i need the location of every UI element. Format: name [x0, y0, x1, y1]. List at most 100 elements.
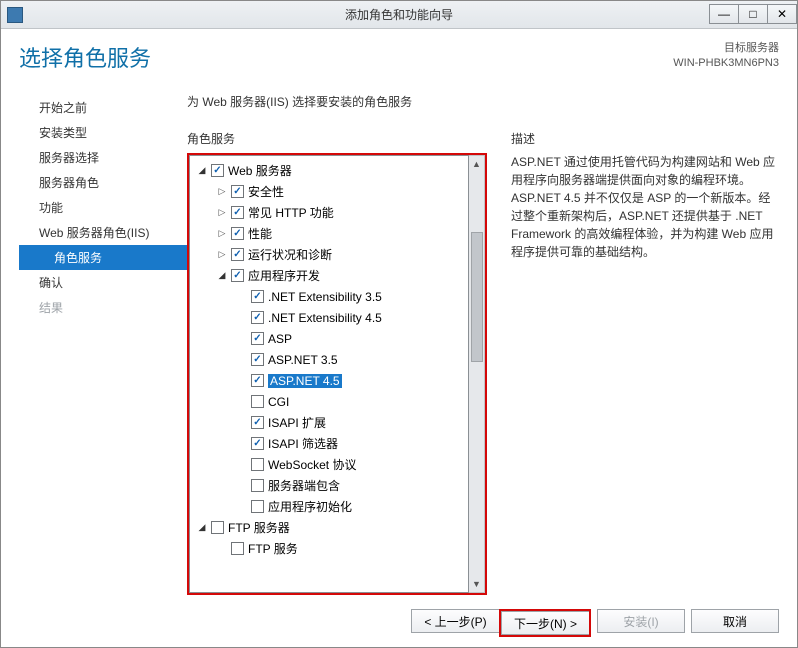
tree-highlight-frame: Web 服务器安全性常见 HTTP 功能性能运行状况和诊断应用程序开发 .NET … [187, 153, 487, 595]
tree-item-label[interactable]: ISAPI 筛选器 [268, 435, 338, 452]
expander-spacer [236, 438, 248, 450]
checkbox[interactable] [251, 374, 264, 387]
collapse-icon[interactable] [196, 522, 208, 534]
tree-row[interactable]: 常见 HTTP 功能 [192, 202, 466, 223]
nav-item-7[interactable]: 确认 [19, 270, 187, 295]
tree-row[interactable]: 安全性 [192, 181, 466, 202]
tree-item-label[interactable]: 安全性 [248, 183, 284, 200]
tree-item-label[interactable]: Web 服务器 [228, 162, 292, 179]
tree-item-label[interactable]: 应用程序开发 [248, 267, 320, 284]
tree-row[interactable]: .NET Extensibility 4.5 [192, 307, 466, 328]
window-controls: — □ ✕ [710, 5, 797, 24]
checkbox[interactable] [231, 269, 244, 282]
tree-item-label[interactable]: WebSocket 协议 [268, 456, 356, 473]
nav-item-2[interactable]: 服务器选择 [19, 145, 187, 170]
checkbox[interactable] [251, 479, 264, 492]
titlebar: 添加角色和功能向导 — □ ✕ [1, 1, 797, 29]
expander-spacer [236, 417, 248, 429]
maximize-button[interactable]: □ [738, 4, 768, 24]
tree-item-label[interactable]: 应用程序初始化 [268, 498, 352, 515]
scroll-down-arrow-icon[interactable]: ▼ [469, 576, 484, 592]
nav-item-4[interactable]: 功能 [19, 195, 187, 220]
checkbox[interactable] [211, 164, 224, 177]
tree-row[interactable]: .NET Extensibility 3.5 [192, 286, 466, 307]
tree-row[interactable]: FTP 服务 [192, 538, 466, 559]
nav-item-3[interactable]: 服务器角色 [19, 170, 187, 195]
tree-item-label[interactable]: 常见 HTTP 功能 [248, 204, 334, 221]
checkbox[interactable] [251, 500, 264, 513]
scroll-up-arrow-icon[interactable]: ▲ [469, 156, 484, 172]
checkbox[interactable] [231, 542, 244, 555]
checkbox[interactable] [231, 248, 244, 261]
collapse-icon[interactable] [216, 270, 228, 282]
tree-item-label[interactable]: 服务器端包含 [268, 477, 340, 494]
tree-row[interactable]: FTP 服务器 [192, 517, 466, 538]
checkbox[interactable] [251, 311, 264, 324]
tree-item-label[interactable]: ASP.NET 4.5 [268, 374, 342, 388]
nav-item-1[interactable]: 安装类型 [19, 120, 187, 145]
tree-item-label[interactable]: .NET Extensibility 4.5 [268, 311, 382, 325]
checkbox[interactable] [251, 437, 264, 450]
checkbox[interactable] [251, 332, 264, 345]
cancel-button[interactable]: 取消 [691, 609, 779, 633]
tree-row[interactable]: ASP.NET 3.5 [192, 349, 466, 370]
checkbox[interactable] [211, 521, 224, 534]
scroll-thumb[interactable] [471, 232, 483, 362]
expand-icon[interactable] [216, 228, 228, 240]
next-button-highlight: 下一步(N) > [499, 609, 591, 637]
tree-row[interactable]: Web 服务器 [192, 160, 466, 181]
columns: 角色服务 Web 服务器安全性常见 HTTP 功能性能运行状况和诊断应用程序开发… [187, 130, 779, 595]
target-server-info: 目标服务器 WIN-PHBK3MN6PN3 [673, 41, 779, 73]
collapse-icon[interactable] [196, 165, 208, 177]
nav-item-6[interactable]: 角色服务 [19, 245, 187, 270]
nav-item-8: 结果 [19, 295, 187, 320]
checkbox[interactable] [231, 206, 244, 219]
next-button[interactable]: 下一步(N) > [501, 611, 589, 635]
checkbox[interactable] [251, 290, 264, 303]
expander-spacer [236, 459, 248, 471]
tree-item-label[interactable]: ASP [268, 332, 292, 346]
tree-item-label[interactable]: ASP.NET 3.5 [268, 353, 338, 367]
tree-item-label[interactable]: 运行状况和诊断 [248, 246, 332, 263]
close-button[interactable]: ✕ [767, 4, 797, 24]
previous-button[interactable]: < 上一步(P) [411, 609, 499, 633]
target-server-value: WIN-PHBK3MN6PN3 [673, 56, 779, 71]
app-icon [7, 7, 23, 23]
tree-row[interactable]: 应用程序初始化 [192, 496, 466, 517]
expand-icon[interactable] [216, 249, 228, 261]
checkbox[interactable] [231, 227, 244, 240]
tree-row[interactable]: 运行状况和诊断 [192, 244, 466, 265]
checkbox[interactable] [251, 353, 264, 366]
tree-item-label[interactable]: .NET Extensibility 3.5 [268, 290, 382, 304]
tree-row[interactable]: CGI [192, 391, 466, 412]
expand-icon[interactable] [216, 186, 228, 198]
tree-item-label[interactable]: FTP 服务 [248, 540, 298, 557]
vertical-scrollbar[interactable]: ▲ ▼ [469, 155, 485, 593]
role-services-tree[interactable]: Web 服务器安全性常见 HTTP 功能性能运行状况和诊断应用程序开发 .NET … [189, 155, 469, 593]
nav-button-group: < 上一步(P) 下一步(N) > [411, 609, 591, 637]
tree-row[interactable]: 服务器端包含 [192, 475, 466, 496]
minimize-button[interactable]: — [709, 4, 739, 24]
tree-item-label[interactable]: 性能 [248, 225, 272, 242]
checkbox[interactable] [231, 185, 244, 198]
checkbox[interactable] [251, 416, 264, 429]
nav-item-5[interactable]: Web 服务器角色(IIS) [19, 220, 187, 245]
expander-spacer [236, 333, 248, 345]
page-title: 选择角色服务 [19, 41, 151, 73]
tree-item-label[interactable]: CGI [268, 395, 289, 409]
tree-item-label[interactable]: ISAPI 扩展 [268, 414, 326, 431]
checkbox[interactable] [251, 458, 264, 471]
role-services-header: 角色服务 [187, 130, 487, 147]
tree-row[interactable]: ASP [192, 328, 466, 349]
tree-item-label[interactable]: FTP 服务器 [228, 519, 290, 536]
tree-row[interactable]: WebSocket 协议 [192, 454, 466, 475]
tree-row[interactable]: ISAPI 扩展 [192, 412, 466, 433]
checkbox[interactable] [251, 395, 264, 408]
nav-item-0[interactable]: 开始之前 [19, 95, 187, 120]
tree-row[interactable]: 应用程序开发 [192, 265, 466, 286]
expand-icon[interactable] [216, 207, 228, 219]
tree-row[interactable]: ASP.NET 4.5 [192, 370, 466, 391]
tree-row[interactable]: ISAPI 筛选器 [192, 433, 466, 454]
tree-row[interactable]: 性能 [192, 223, 466, 244]
wizard-window: 添加角色和功能向导 — □ ✕ 选择角色服务 目标服务器 WIN-PHBK3MN… [0, 0, 798, 648]
